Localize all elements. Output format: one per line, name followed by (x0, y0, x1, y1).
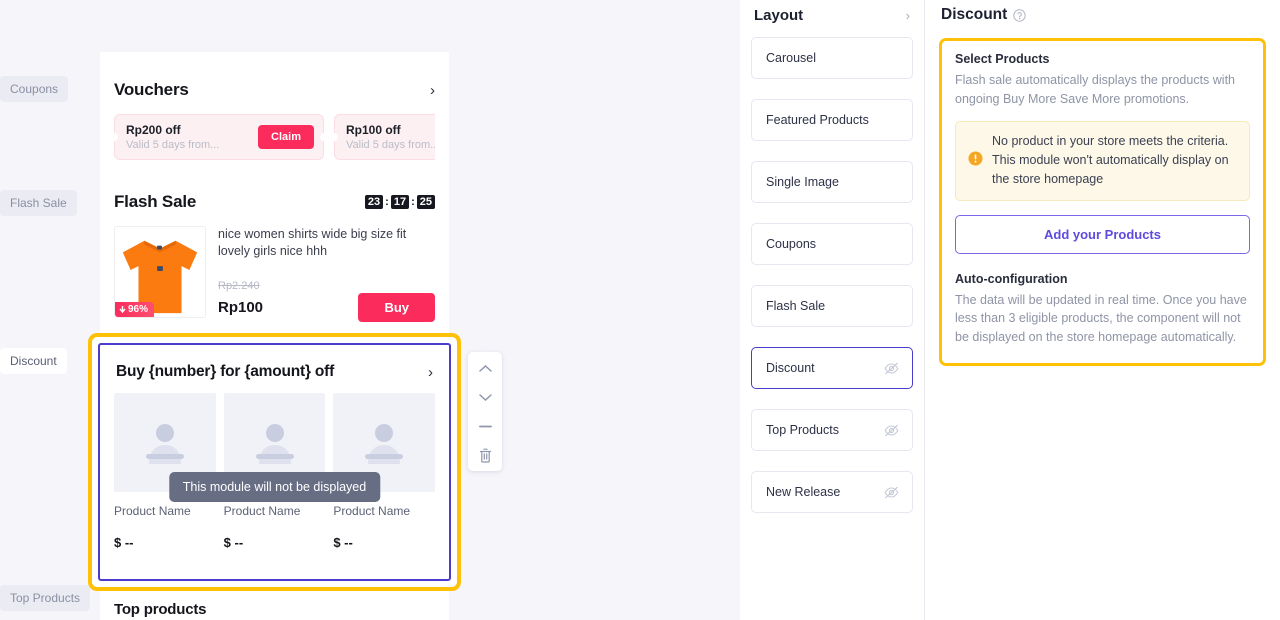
person-placeholder-icon (248, 416, 302, 470)
product-price-row: Rp100 Buy (218, 293, 435, 322)
module-toolbar (468, 352, 502, 471)
discount-module-title: Buy {number} for {amount} off (116, 363, 334, 381)
discount-percent: 96% (128, 304, 148, 315)
move-down-icon[interactable] (476, 389, 494, 405)
auto-configuration-description: The data will be updated in real time. O… (955, 291, 1250, 347)
vouchers-section: Vouchers › Rp200 off Valid 5 days from..… (100, 52, 449, 164)
flash-sale-title: Flash Sale (114, 192, 196, 212)
collapse-icon[interactable] (476, 418, 494, 434)
layout-title: Layout (754, 7, 803, 24)
placeholder-product-name: Product Name (224, 504, 326, 518)
help-circle-icon[interactable] (1013, 9, 1026, 22)
layout-module-label: Featured Products (766, 113, 869, 127)
layout-module-label: Flash Sale (766, 299, 825, 313)
top-products-title: Top products (114, 601, 206, 618)
warning-banner: No product in your store meets the crite… (955, 121, 1250, 201)
settings-panel: Discount Select Products Flash sale auto… (925, 0, 1280, 620)
module-chip-top-products[interactable]: Top Products (0, 585, 90, 611)
delete-icon[interactable] (476, 447, 494, 463)
placeholder-product-price: $ -- (333, 535, 435, 550)
module-chip-coupons[interactable]: Coupons (0, 76, 68, 102)
placeholder-product-name: Product Name (333, 504, 435, 518)
top-products-preview: Top products (100, 591, 449, 620)
page-root: Coupons Flash Sale Discount Top Products Vo… (0, 0, 1280, 620)
timer-minutes: 17 (391, 195, 409, 209)
chevron-right-icon[interactable]: › (428, 365, 433, 380)
select-products-title: Select Products (955, 52, 1250, 66)
flash-sale-section: Flash Sale 23 : 17 : 25 (100, 164, 449, 344)
layout-module-carousel[interactable]: Carousel (751, 37, 913, 79)
placeholder-product-price: $ -- (114, 535, 216, 550)
discount-module-header: Buy {number} for {amount} off › (100, 345, 449, 393)
layout-module-discount[interactable]: Discount (751, 347, 913, 389)
move-up-icon[interactable] (476, 360, 494, 376)
product-info: nice women shirts wide big size fit love… (218, 226, 435, 322)
preview-canvas: Coupons Flash Sale Discount Top Products Vo… (0, 0, 740, 620)
layout-module-coupons[interactable]: Coupons (751, 223, 913, 265)
layout-module-single-image[interactable]: Single Image (751, 161, 913, 203)
timer-seconds: 25 (417, 195, 435, 209)
voucher-validity: Valid 5 days from... (126, 139, 219, 151)
countdown-timer: 23 : 17 : 25 (365, 195, 435, 209)
flash-sale-product[interactable]: 96% nice women shirts wide big size fit … (114, 226, 435, 344)
buy-button[interactable]: Buy (358, 293, 435, 322)
product-thumbnail: 96% (114, 226, 206, 318)
chevron-right-icon[interactable]: › (430, 83, 435, 98)
voucher-validity: Valid 5 days from... (346, 139, 435, 151)
arrow-down-icon (119, 306, 126, 314)
voucher-card[interactable]: Rp100 off Valid 5 days from... (334, 114, 435, 160)
layout-module-list: Carousel Featured Products Single Image Cou… (751, 37, 913, 513)
product-old-price: Rp2.240 (218, 280, 435, 292)
voucher-card[interactable]: Rp200 off Valid 5 days from... Claim (114, 114, 324, 160)
discount-module-preview[interactable]: Buy {number} for {amount} off › Product … (98, 343, 451, 581)
select-products-description: Flash sale automatically displays the pr… (955, 71, 1250, 109)
layout-module-label: Discount (766, 361, 815, 375)
warning-text: No product in your store meets the crite… (992, 132, 1237, 190)
claim-button[interactable]: Claim (258, 125, 314, 149)
voucher-amount: Rp200 off (126, 123, 219, 137)
layout-module-label: Single Image (766, 175, 839, 189)
warning-icon (968, 151, 983, 171)
layout-module-featured-products[interactable]: Featured Products (751, 99, 913, 141)
layout-module-label: Top Products (766, 423, 839, 437)
vouchers-header: Vouchers › (114, 52, 435, 114)
product-new-price: Rp100 (218, 299, 263, 316)
layout-module-new-release[interactable]: New Release (751, 471, 913, 513)
voucher-list: Rp200 off Valid 5 days from... Claim Rp1… (114, 114, 435, 164)
person-placeholder-icon (138, 416, 192, 470)
auto-configuration-title: Auto-configuration (955, 272, 1250, 286)
layout-module-flash-sale[interactable]: Flash Sale (751, 285, 913, 327)
module-chip-flash-sale[interactable]: Flash Sale (0, 190, 77, 216)
storefront-preview: Vouchers › Rp200 off Valid 5 days from..… (100, 52, 449, 344)
settings-header: Discount (939, 0, 1266, 38)
add-products-button[interactable]: Add your Products (955, 215, 1250, 254)
layout-header: Layout › (751, 0, 913, 37)
layout-module-label: Coupons (766, 237, 816, 251)
eye-off-icon[interactable] (884, 486, 899, 499)
module-chip-discount[interactable]: Discount (0, 348, 67, 374)
timer-hours: 23 (365, 195, 383, 209)
voucher-amount: Rp100 off (346, 123, 435, 137)
layout-module-label: New Release (766, 485, 840, 499)
layout-module-top-products[interactable]: Top Products (751, 409, 913, 451)
discount-badge: 96% (115, 302, 154, 317)
settings-title: Discount (941, 6, 1007, 24)
timer-separator: : (385, 196, 389, 208)
placeholder-product-name: Product Name (114, 504, 216, 518)
vouchers-title: Vouchers (114, 80, 189, 100)
layout-panel: Layout › Carousel Featured Products Single… (740, 0, 925, 620)
layout-module-label: Carousel (766, 51, 816, 65)
flash-sale-header: Flash Sale 23 : 17 : 25 (114, 164, 435, 226)
select-products-box: Select Products Flash sale automatically… (939, 38, 1266, 366)
timer-separator: : (411, 196, 415, 208)
selected-module-highlight: Buy {number} for {amount} off › Product … (88, 333, 461, 591)
eye-off-icon[interactable] (884, 362, 899, 375)
chevron-right-icon[interactable]: › (906, 8, 910, 23)
module-hidden-tooltip: This module will not be displayed (169, 472, 380, 502)
product-name: nice women shirts wide big size fit love… (218, 226, 435, 260)
eye-off-icon[interactable] (884, 424, 899, 437)
person-placeholder-icon (357, 416, 411, 470)
placeholder-product-price: $ -- (224, 535, 326, 550)
